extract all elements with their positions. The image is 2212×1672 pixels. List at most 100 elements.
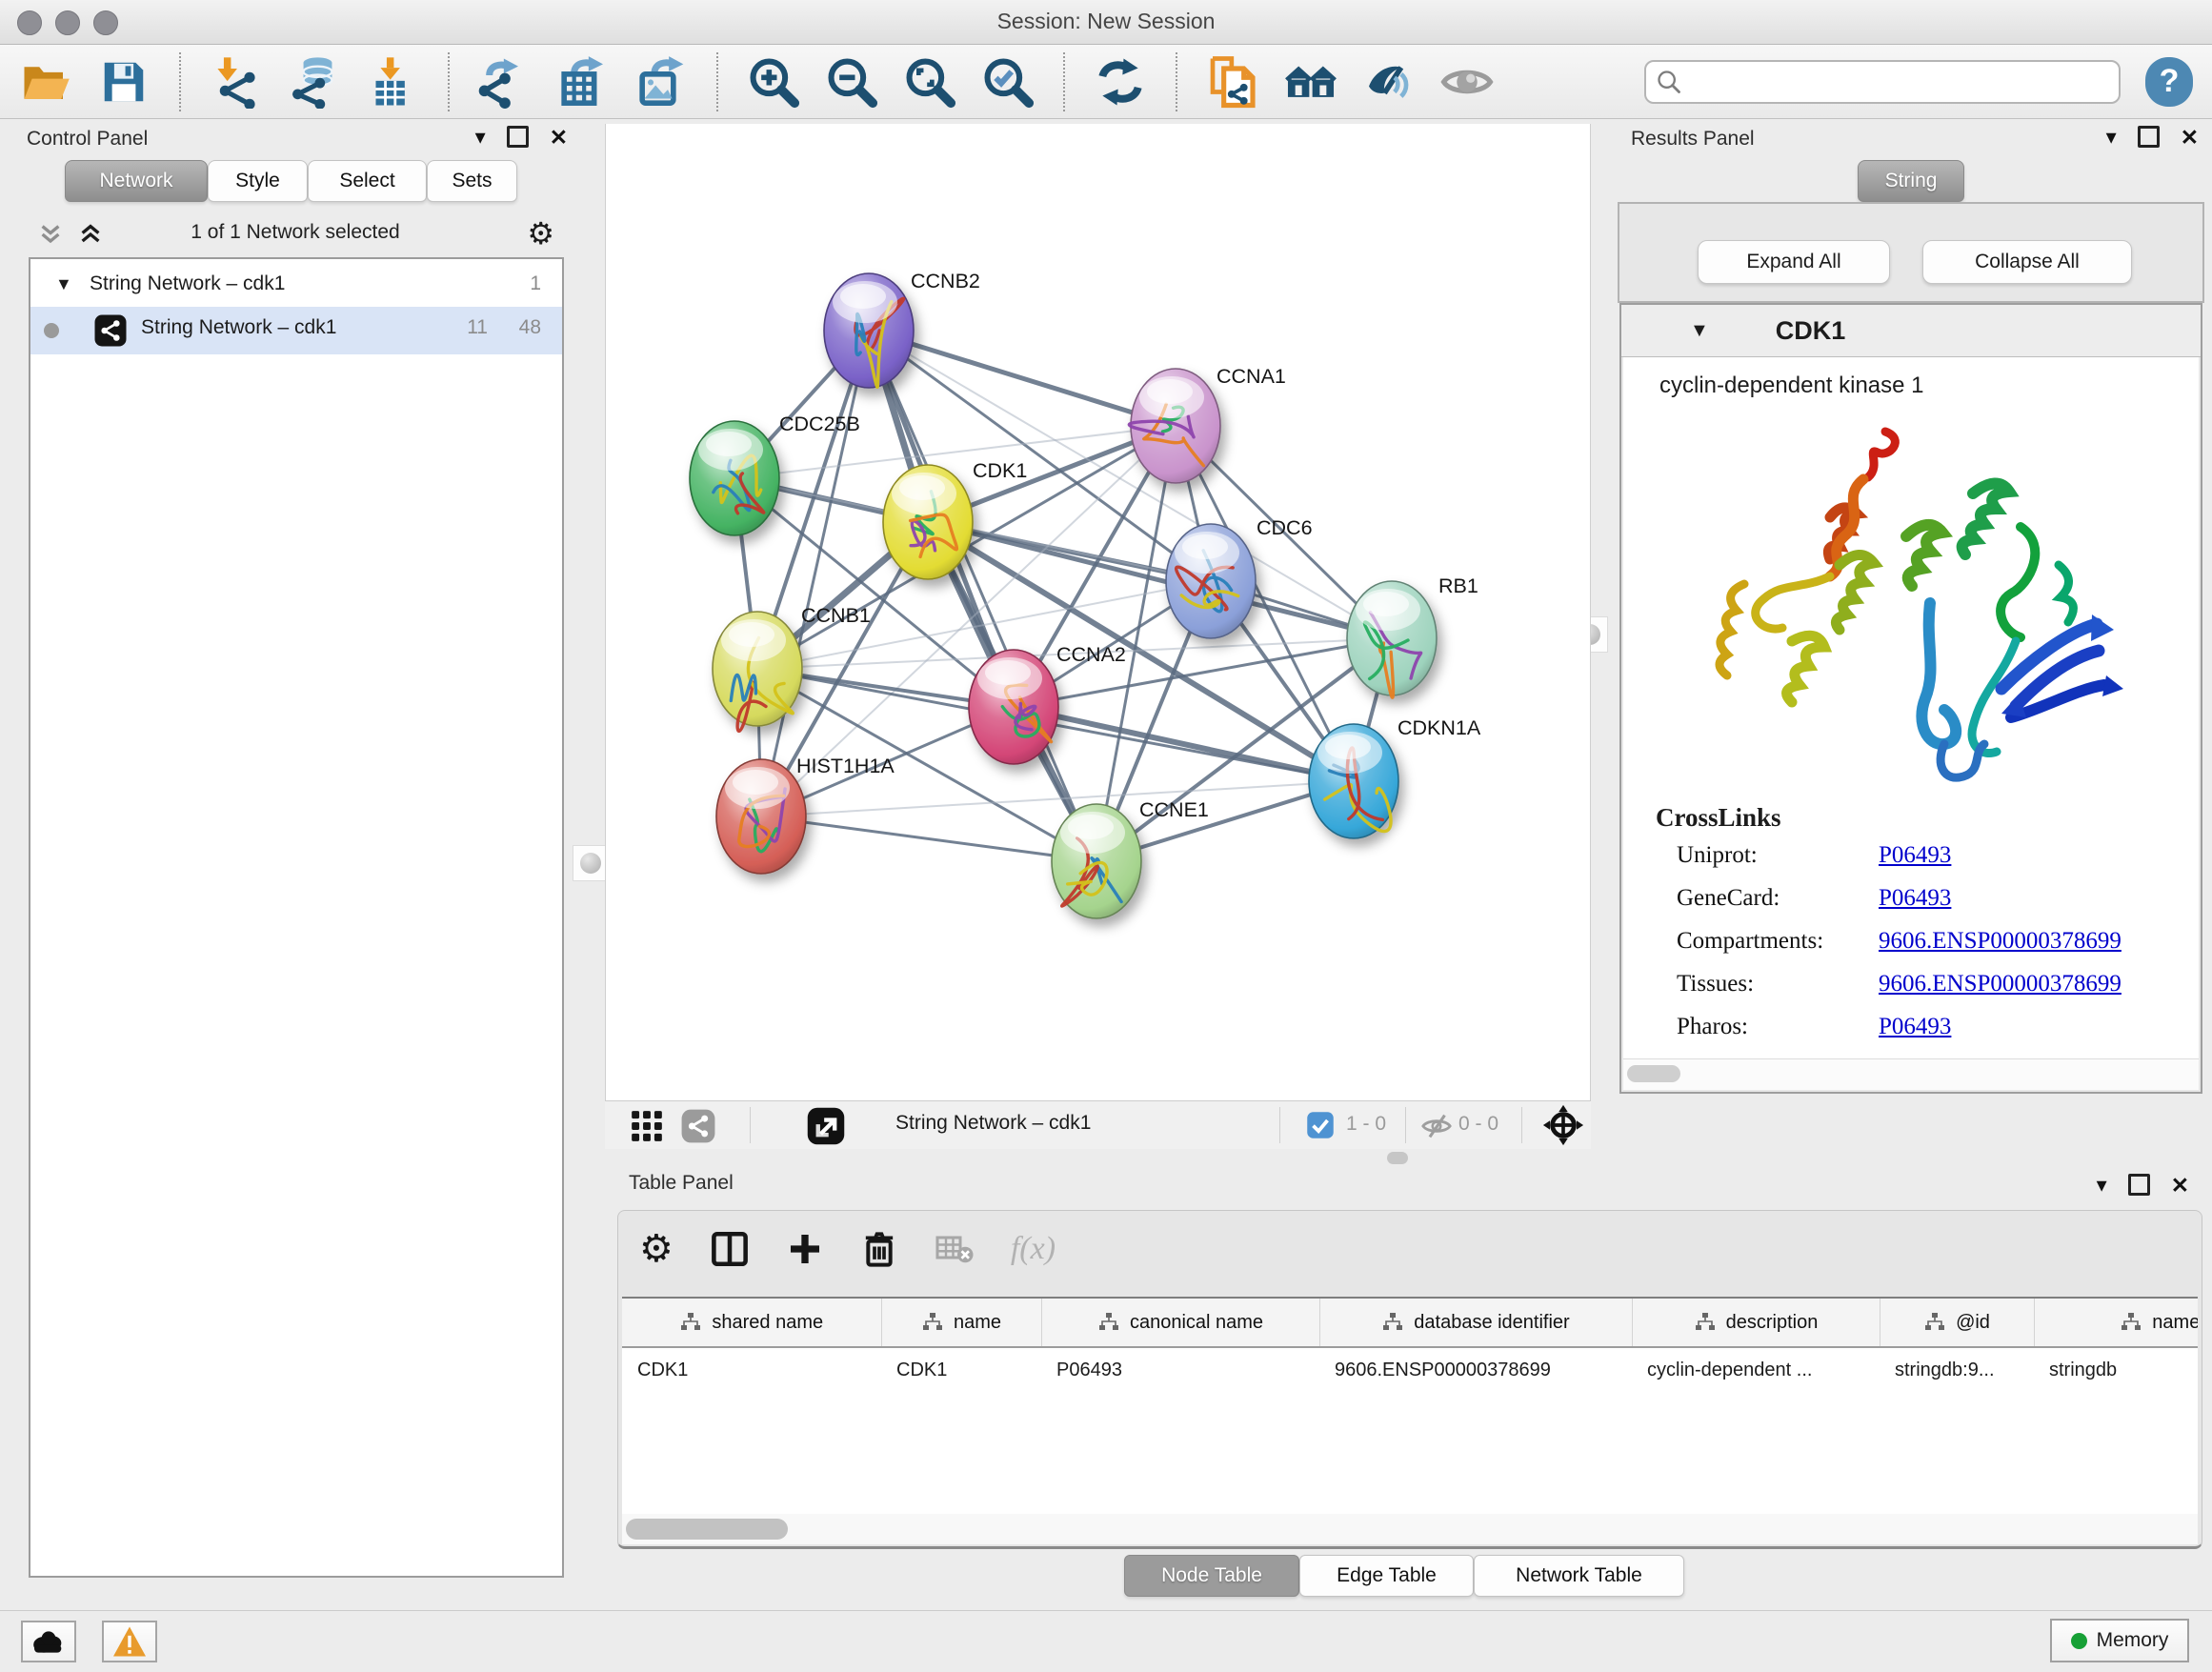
network-node-hist1h1a[interactable]: HIST1H1A <box>716 755 895 874</box>
delete-column-icon[interactable] <box>860 1230 898 1268</box>
hidden-eye-icon[interactable] <box>1420 1110 1453 1142</box>
export-table-button[interactable] <box>556 55 610 109</box>
fit-content-crosshair-icon[interactable] <box>1542 1104 1584 1146</box>
network-node-cdk1[interactable]: CDK1 <box>883 459 1027 579</box>
panel-float-icon[interactable] <box>2138 126 2160 148</box>
table-row[interactable]: CDK1CDK1P064939606.ENSP00000378699cyclin… <box>622 1347 2198 1392</box>
cloud-status-button[interactable] <box>21 1621 76 1662</box>
panel-close-icon[interactable]: ✕ <box>2171 1175 2189 1196</box>
presentation-mode-button[interactable] <box>1440 55 1494 109</box>
tab-network-table[interactable]: Network Table <box>1474 1555 1684 1597</box>
memory-button[interactable]: Memory <box>2050 1619 2189 1662</box>
tab-node-table[interactable]: Node Table <box>1124 1555 1299 1597</box>
network-canvas[interactable]: CCNB2CCNA1CDC25BCDK1CDC6RB1CCNB1CCNA2CDK… <box>605 124 1591 1100</box>
column-header-description[interactable]: description <box>1632 1299 1880 1347</box>
column-header-database-identifier[interactable]: database identifier <box>1319 1299 1632 1347</box>
table-horizontal-scrollbar[interactable] <box>622 1514 2198 1544</box>
delete-table-icon[interactable] <box>935 1232 975 1266</box>
open-session-button[interactable] <box>19 55 72 109</box>
network-node-ccne1[interactable]: CCNE1 <box>1052 798 1209 918</box>
network-node-ccnb2[interactable]: CCNB2 <box>824 270 980 388</box>
horizontal-splitter-handle[interactable] <box>1387 1152 1408 1164</box>
collection-expand-caret[interactable]: ▼ <box>55 274 72 294</box>
export-image-button[interactable] <box>634 55 688 109</box>
houses-icon <box>1284 55 1337 109</box>
control-panel-tabs: NetworkStyleSelectSets <box>65 160 517 202</box>
warnings-button[interactable] <box>102 1621 157 1662</box>
table-options-gear-icon[interactable]: ⚙ <box>639 1230 674 1268</box>
crosslink-link[interactable]: 9606.ENSP00000378699 <box>1879 971 2122 997</box>
network-row-selected[interactable]: String Network – cdk1 11 48 <box>30 307 562 354</box>
panel-menu-icon[interactable]: ▾ <box>475 127 486 148</box>
column-header-shared-name[interactable]: shared name <box>622 1299 881 1347</box>
crosslink-label: Tissues: <box>1656 971 1879 997</box>
import-table-from-file-button[interactable] <box>366 55 419 109</box>
zoom-in-button[interactable] <box>747 55 800 109</box>
tab-string[interactable]: String <box>1858 160 1964 202</box>
network-graph[interactable]: CCNB2CCNA1CDC25BCDK1CDC6RB1CCNB1CCNA2CDK… <box>606 124 1590 1100</box>
network-birdseye-icon[interactable] <box>680 1108 716 1144</box>
expand-all-button[interactable]: Expand All <box>1698 240 1890 284</box>
crosslink-link[interactable]: P06493 <box>1879 842 1951 869</box>
network-node-cdc6[interactable]: CDC6 <box>1166 516 1313 638</box>
result-entry-header[interactable]: ▼ CDK1 <box>1621 305 2201 357</box>
results-horizontal-scrollbar[interactable] <box>1623 1058 2199 1090</box>
selected-checkbox-icon[interactable] <box>1306 1111 1335 1139</box>
panel-close-icon[interactable]: ✕ <box>2181 127 2199 148</box>
show-columns-icon[interactable] <box>710 1229 750 1269</box>
panel-menu-icon[interactable]: ▾ <box>2106 127 2117 148</box>
toolbar-separator <box>716 52 718 111</box>
help-button[interactable]: ? <box>2145 57 2193 107</box>
collapse-all-button[interactable]: Collapse All <box>1922 240 2132 284</box>
panel-close-icon[interactable]: ✕ <box>550 127 568 148</box>
window-title: Session: New Session <box>0 9 2212 34</box>
column-type-icon <box>1097 1312 1120 1333</box>
network-node-ccna1[interactable]: CCNA1 <box>1129 365 1286 483</box>
panel-menu-icon[interactable]: ▾ <box>2097 1175 2107 1196</box>
tab-network[interactable]: Network <box>65 160 208 202</box>
panel-float-icon[interactable] <box>2128 1174 2150 1196</box>
import-network-from-file-button[interactable] <box>210 55 263 109</box>
export-network-button[interactable] <box>478 55 532 109</box>
node-label-ccna1: CCNA1 <box>1217 365 1286 388</box>
open-in-window-icon[interactable] <box>805 1105 847 1147</box>
column-header-canonical-name[interactable]: canonical name <box>1041 1299 1319 1347</box>
memory-status-dot <box>2071 1633 2087 1649</box>
node-table[interactable]: shared namenamecanonical namedatabase id… <box>622 1297 2198 1516</box>
network-options-gear-icon[interactable]: ⚙ <box>527 215 554 252</box>
network-collection-row[interactable]: ▼ String Network – cdk1 1 <box>30 267 562 307</box>
crosslink-link[interactable]: P06493 <box>1879 1014 1951 1040</box>
network-grid-view-icon[interactable] <box>629 1108 665 1144</box>
search-input[interactable] <box>1644 60 2121 104</box>
function-builder-icon[interactable]: f(x) <box>1011 1231 1056 1267</box>
tab-sets[interactable]: Sets <box>427 160 517 202</box>
zoom-fit-button[interactable] <box>903 55 956 109</box>
panel-float-icon[interactable] <box>507 126 529 148</box>
tab-style[interactable]: Style <box>208 160 308 202</box>
column-header-name[interactable]: name <box>881 1299 1041 1347</box>
tab-select[interactable]: Select <box>308 160 427 202</box>
crosslink-link[interactable]: 9606.ENSP00000378699 <box>1879 928 2122 955</box>
selected-count: 1 - 0 <box>1346 1113 1386 1136</box>
column-header-namespace[interactable]: namespace <box>2034 1299 2198 1347</box>
left-splitter-handle[interactable] <box>573 845 609 881</box>
network-node-rb1[interactable]: RB1 <box>1347 574 1478 697</box>
column-header-id[interactable]: @id <box>1880 1299 2034 1347</box>
zoom-out-button[interactable] <box>825 55 878 109</box>
apply-layout-button[interactable] <box>1094 55 1147 109</box>
string-protein-query-button[interactable] <box>1206 55 1259 109</box>
crosslink-link[interactable]: P06493 <box>1879 885 1951 912</box>
table-toolbar: ⚙ f(x) <box>639 1222 1056 1276</box>
network-type-icon <box>93 313 128 348</box>
import-network-from-database-button[interactable] <box>288 55 341 109</box>
string-enhance-button[interactable] <box>1362 55 1416 109</box>
entry-collapse-caret[interactable]: ▼ <box>1690 320 1709 342</box>
results-button-box: Expand All Collapse All <box>1618 202 2204 303</box>
add-column-icon[interactable] <box>786 1230 824 1268</box>
string-home-button[interactable] <box>1284 55 1337 109</box>
network-node-cdc25b[interactable]: CDC25B <box>690 413 860 535</box>
network-node-cdkn1a[interactable]: CDKN1A <box>1309 716 1481 838</box>
zoom-selected-button[interactable] <box>981 55 1035 109</box>
save-session-button[interactable] <box>97 55 151 109</box>
tab-edge-table[interactable]: Edge Table <box>1299 1555 1474 1597</box>
